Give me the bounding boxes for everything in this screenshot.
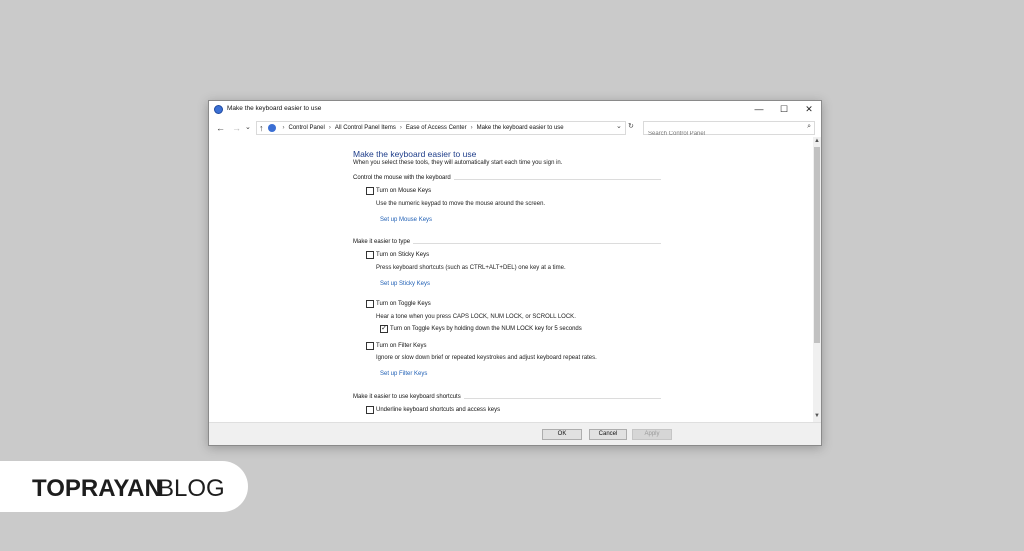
toggle-hold-checkbox[interactable]: ✓ Turn on Toggle Keys by holding down th… <box>380 325 582 333</box>
checkbox-box[interactable] <box>366 251 374 259</box>
setup-filter-keys-link[interactable]: Set up Filter Keys <box>380 371 427 377</box>
scroll-down-icon[interactable]: ▼ <box>813 413 821 419</box>
checkbox-box-checked[interactable]: ✓ <box>380 325 388 333</box>
checkbox-label[interactable]: Turn on Toggle Keys by holding down the … <box>390 326 582 332</box>
setup-mouse-keys-link[interactable]: Set up Mouse Keys <box>380 217 432 223</box>
apply-button[interactable]: Apply <box>632 429 672 440</box>
checkbox-box[interactable] <box>366 187 374 195</box>
chevron-right-icon: › <box>470 125 473 131</box>
mouse-keys-checkbox[interactable]: Turn on Mouse Keys <box>366 187 431 195</box>
section-heading: Control the mouse with the keyboard <box>353 175 454 181</box>
section-typing: Make it easier to type <box>353 239 661 247</box>
chevron-right-icon: › <box>282 125 285 131</box>
chevron-right-icon: › <box>328 125 331 131</box>
forward-button[interactable]: → <box>232 121 241 135</box>
main-content: Make the keyboard easier to use When you… <box>209 137 813 422</box>
close-button[interactable]: ✕ <box>802 104 816 114</box>
breadcrumb[interactable]: ↑ › Control Panel › All Control Panel It… <box>256 121 626 135</box>
control-panel-icon <box>214 105 223 114</box>
control-panel-window: Make the keyboard easier to use — ☐ ✕ ← … <box>208 100 822 446</box>
minimize-button[interactable]: — <box>752 104 766 114</box>
mouse-keys-description: Use the numeric keypad to move the mouse… <box>376 201 546 207</box>
checkbox-label[interactable]: Underline keyboard shortcuts and access … <box>376 407 500 413</box>
maximize-button[interactable]: ☐ <box>777 104 791 114</box>
breadcrumb-control-panel[interactable]: Control Panel <box>289 125 325 131</box>
brand-name-light: BLOG <box>158 475 225 502</box>
refresh-icon[interactable]: ↻ <box>628 122 634 130</box>
window-title: Make the keyboard easier to use <box>227 105 322 112</box>
checkbox-box[interactable] <box>366 300 374 308</box>
dialog-footer: OK Cancel Apply <box>209 422 821 445</box>
toggle-keys-checkbox[interactable]: Turn on Toggle Keys <box>366 300 431 308</box>
checkbox-label[interactable]: Turn on Toggle Keys <box>376 301 431 307</box>
search-box[interactable]: ⌕ <box>643 121 815 140</box>
sticky-keys-checkbox[interactable]: Turn on Sticky Keys <box>366 251 429 259</box>
brand-name-bold: TOPRAYAN <box>32 475 162 502</box>
up-button[interactable]: ↑ <box>259 121 264 135</box>
cancel-button[interactable]: Cancel <box>589 429 627 440</box>
chevron-right-icon: › <box>399 125 402 131</box>
checkbox-box[interactable] <box>366 342 374 350</box>
recent-locations-button[interactable]: ⌄ <box>245 121 251 135</box>
toggle-keys-description: Hear a tone when you press CAPS LOCK, NU… <box>376 314 576 320</box>
checkbox-label[interactable]: Turn on Mouse Keys <box>376 188 431 194</box>
breadcrumb-ease-of-access[interactable]: Ease of Access Center <box>406 125 467 131</box>
sticky-keys-description: Press keyboard shortcuts (such as CTRL+A… <box>376 265 566 271</box>
breadcrumb-all-items[interactable]: All Control Panel Items <box>335 125 396 131</box>
section-heading: Make it easier to type <box>353 239 414 245</box>
scroll-up-icon[interactable]: ▲ <box>813 138 821 144</box>
page-title: Make the keyboard easier to use <box>353 149 477 159</box>
address-bar: ← → ⌄ ↑ › Control Panel › All Control Pa… <box>209 120 821 140</box>
checkbox-label[interactable]: Turn on Sticky Keys <box>376 252 429 258</box>
vertical-scrollbar[interactable]: ▲ ▼ <box>813 137 821 422</box>
back-button[interactable]: ← <box>216 121 225 135</box>
checkbox-label[interactable]: Turn on Filter Keys <box>376 343 426 349</box>
filter-keys-checkbox[interactable]: Turn on Filter Keys <box>366 342 426 350</box>
section-shortcuts: Make it easier to use keyboard shortcuts <box>353 394 661 402</box>
underline-shortcuts-checkbox[interactable]: Underline keyboard shortcuts and access … <box>366 406 500 414</box>
section-heading: Make it easier to use keyboard shortcuts <box>353 394 464 400</box>
address-dropdown-icon[interactable]: ⌄ <box>616 122 622 130</box>
setup-sticky-keys-link[interactable]: Set up Sticky Keys <box>380 281 430 287</box>
ok-button[interactable]: OK <box>542 429 582 440</box>
checkbox-box[interactable] <box>366 406 374 414</box>
scrollbar-thumb[interactable] <box>814 147 820 343</box>
page-subtitle: When you select these tools, they will a… <box>353 160 563 166</box>
search-icon[interactable]: ⌕ <box>807 123 811 131</box>
breadcrumb-current[interactable]: Make the keyboard easier to use <box>477 125 564 131</box>
filter-keys-description: Ignore or slow down brief or repeated ke… <box>376 355 597 361</box>
title-bar[interactable]: Make the keyboard easier to use — ☐ ✕ <box>209 101 821 119</box>
brand-badge: TOPRAYAN BLOG <box>0 461 248 512</box>
control-panel-icon <box>267 124 276 132</box>
section-mouse: Control the mouse with the keyboard <box>353 175 661 183</box>
